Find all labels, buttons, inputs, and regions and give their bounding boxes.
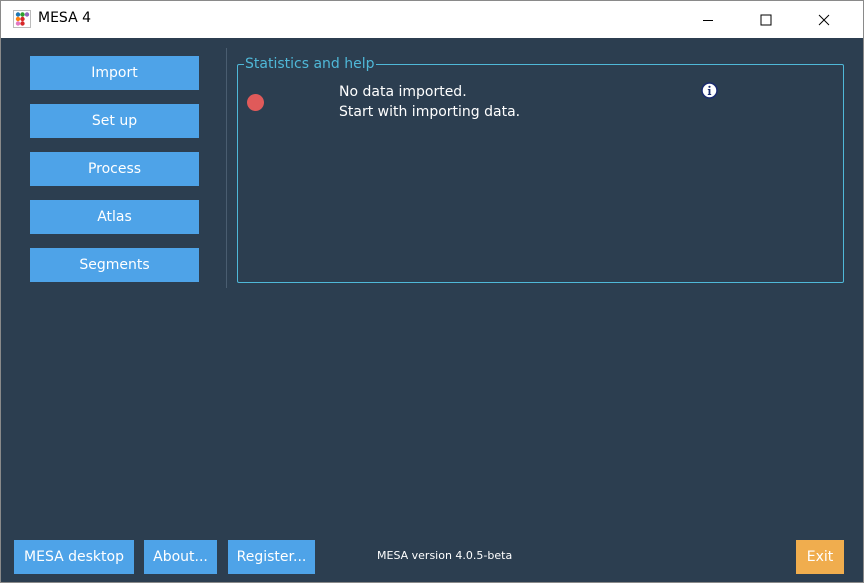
close-button[interactable] [795, 1, 853, 38]
title-bar: MESA 4 [1, 1, 863, 38]
close-icon [818, 14, 830, 25]
minimize-icon [703, 19, 713, 21]
maximize-button[interactable] [737, 1, 795, 38]
exit-button[interactable]: Exit [796, 540, 844, 574]
setup-button[interactable]: Set up [30, 104, 199, 138]
app-window: MESA 4 Import Set up Process Atlas Segme… [0, 0, 864, 583]
maximize-icon [760, 14, 772, 25]
status-message: No data imported. [339, 84, 467, 100]
info-icon[interactable] [701, 82, 718, 99]
mesa-desktop-button[interactable]: MESA desktop [14, 540, 134, 574]
status-hint: Start with importing data. [339, 104, 521, 120]
status-indicator [247, 94, 264, 111]
atlas-button[interactable]: Atlas [30, 200, 199, 234]
import-button[interactable]: Import [30, 56, 199, 90]
main-content: Import Set up Process Atlas Segments Sta… [1, 38, 863, 582]
register-button[interactable]: Register... [228, 540, 315, 574]
window-title: MESA 4 [38, 10, 92, 26]
minimize-button[interactable] [679, 1, 737, 38]
version-label: MESA version 4.0.5-beta [377, 549, 513, 562]
segments-button[interactable]: Segments [30, 248, 199, 282]
mesa-app-icon [13, 10, 31, 28]
panel-divider [226, 48, 227, 288]
statistics-panel [237, 64, 844, 283]
about-button[interactable]: About... [144, 540, 217, 574]
process-button[interactable]: Process [30, 152, 199, 186]
statistics-panel-title: Statistics and help [244, 56, 376, 72]
